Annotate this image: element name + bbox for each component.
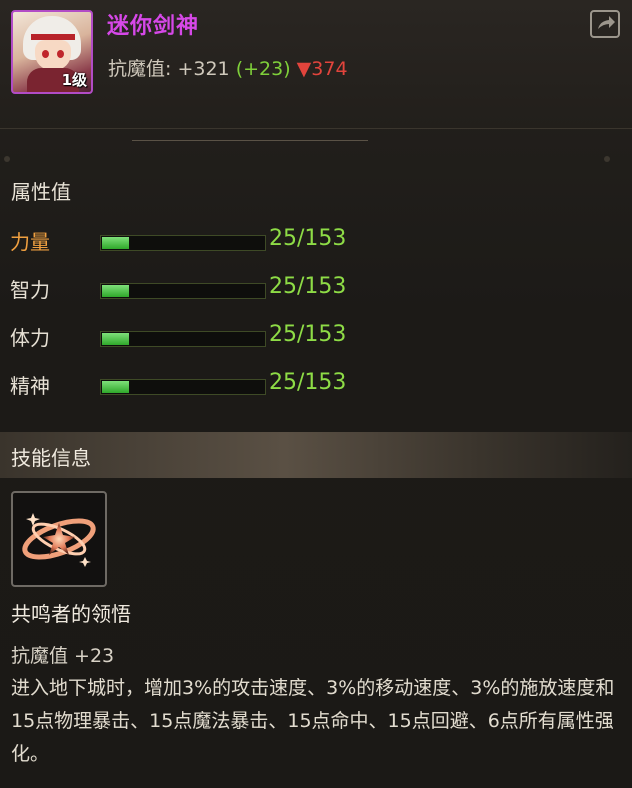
stat-bar xyxy=(100,235,266,251)
resist-line: 抗魔值: +321 (+23) ▼374 xyxy=(108,54,348,81)
stat-value: 25/153 xyxy=(269,226,347,251)
tooltip-header: 1级 迷你剑神 抗魔值: +321 (+23) ▼374 xyxy=(0,0,632,129)
stat-row-intelligence: 智力 25/153 xyxy=(10,274,610,304)
stat-label: 体力 xyxy=(10,326,50,350)
header-divider xyxy=(132,140,368,141)
skill-section-header: 技能信息 xyxy=(0,432,632,478)
creature-avatar[interactable]: 1级 xyxy=(11,10,93,94)
skill-stat: 抗魔值 +23 xyxy=(11,645,115,667)
skill-section-title: 技能信息 xyxy=(11,446,91,470)
share-icon[interactable] xyxy=(590,10,620,38)
divider-dot-right xyxy=(604,156,610,162)
resist-label: 抗魔值: xyxy=(108,58,172,80)
stat-row-strength: 力量 25/153 xyxy=(10,226,610,256)
down-arrow-icon: ▼ xyxy=(296,58,312,80)
stat-row-spirit: 精神 25/153 xyxy=(10,370,610,400)
level-badge: 1级 xyxy=(61,71,87,89)
skill-name: 共鸣者的领悟 xyxy=(11,602,131,626)
stat-value: 25/153 xyxy=(269,322,347,347)
item-tooltip-panel: 1级 迷你剑神 抗魔值: +321 (+23) ▼374 属性值 力量 25/1… xyxy=(0,0,632,788)
item-name: 迷你剑神 xyxy=(107,14,200,39)
skill-description: 进入地下城时，增加3%的攻击速度、3%的移动速度、3%的施放速度和15点物理暴击… xyxy=(11,677,615,765)
stat-label: 力量 xyxy=(10,230,50,254)
stat-label: 精神 xyxy=(10,374,50,398)
stat-row-vitality: 体力 25/153 xyxy=(10,322,610,352)
divider-dot-left xyxy=(4,156,10,162)
stat-bar xyxy=(100,283,266,299)
stat-bar xyxy=(100,379,266,395)
stat-value: 25/153 xyxy=(269,274,347,299)
resonance-swirl-icon[interactable] xyxy=(11,491,107,587)
stat-bar xyxy=(100,331,266,347)
resist-value: +321 xyxy=(177,58,230,80)
resist-drop: 374 xyxy=(311,58,348,80)
stat-value: 25/153 xyxy=(269,370,347,395)
resist-bonus: (+23) xyxy=(235,58,291,80)
stat-label: 智力 xyxy=(10,278,50,302)
attributes-title: 属性值 xyxy=(11,180,71,204)
